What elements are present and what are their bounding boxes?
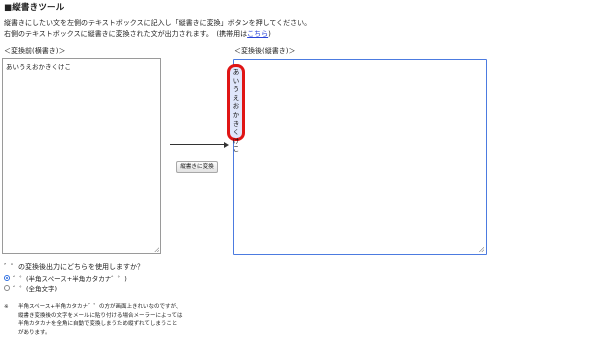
instruction-line-1: 縦書きにしたい文を左側のテキストボックスに記入し「縦書きに変換」ボタンを押してく… — [4, 19, 312, 27]
mobile-link[interactable]: こちら — [247, 30, 268, 38]
vertical-text-highlight: あ い う え お か き く け こ — [227, 64, 245, 153]
page-title: ■縦書きツール — [4, 3, 65, 13]
input-resize-handle[interactable] — [154, 247, 159, 252]
arrow-right-icon — [224, 141, 229, 148]
option-halfwidth-label: ゛゜(半角スペース+半角カタカナ゛゜) — [13, 275, 127, 283]
radio-halfwidth[interactable] — [4, 275, 10, 281]
note-mark: ※ — [4, 304, 9, 310]
input-text: あいうえおかきくけこ — [6, 63, 71, 71]
option-halfwidth[interactable]: ゛゜(半角スペース+半角カタカナ゛゜) — [4, 273, 127, 283]
instruction-line-2-text: 右側のテキストボックスに縦書きに変換された文が出力されます。 (携帯用は — [4, 30, 248, 38]
note-line: 半角スペース+半角カタカナ゛゜の方が画面上きれいなのですが、 — [18, 304, 182, 310]
note-line: 縦書き変換後の文字をメールに貼り付ける場合メーラーによっては — [18, 312, 183, 319]
option-fullwidth-label: ゛゜(全角文字) — [13, 285, 58, 293]
note-block: ※ 半角スペース+半角カタカナ゛゜の方が画面上きれいなのですが、 縦書き変換後の… — [4, 303, 182, 336]
note-body: 半角スペース+半角カタカナ゛゜の方が画面上きれいなのですが、 縦書き変換後の文字… — [18, 303, 182, 337]
output-label: ＜変換後(縦書き)＞ — [234, 47, 296, 55]
option-question: ゛゜の変換後出力にどちらを使用しますか？ — [4, 263, 144, 271]
vertical-char: け — [232, 136, 240, 145]
vertical-char: こ — [232, 145, 240, 154]
option-fullwidth[interactable]: ゛゜(全角文字) — [4, 283, 57, 293]
radio-fullwidth[interactable] — [4, 285, 10, 291]
note-line: があります。 — [18, 329, 51, 336]
vertical-char: き — [232, 119, 240, 128]
vertical-char: え — [232, 93, 240, 102]
convert-button[interactable]: 縦書きに変換 — [176, 161, 218, 173]
output-resize-handle[interactable] — [479, 247, 484, 252]
note-line: 半角カタカナを全角に自動で変換しまうため縦ずれてしまうこと — [18, 321, 178, 328]
vertical-char: か — [232, 110, 240, 119]
vertical-char: あ — [232, 68, 240, 76]
arrow-line — [170, 144, 226, 145]
vertical-char: い — [232, 76, 240, 85]
vertical-char: う — [232, 85, 240, 94]
vertical-text-column: あ い う え お か き く け こ — [230, 67, 242, 153]
input-label: ＜変換前(横書き)＞ — [4, 47, 66, 55]
input-textarea[interactable]: あいうえおかきくけこ — [2, 58, 161, 254]
vertical-char: く — [232, 128, 240, 137]
instruction-line-2-suffix: ) — [268, 30, 271, 38]
instruction-line-2: 右側のテキストボックスに縦書きに変換された文が出力されます。 (携帯用はこちら) — [4, 29, 271, 39]
output-textarea[interactable] — [233, 59, 487, 255]
vertical-char: お — [232, 102, 240, 111]
